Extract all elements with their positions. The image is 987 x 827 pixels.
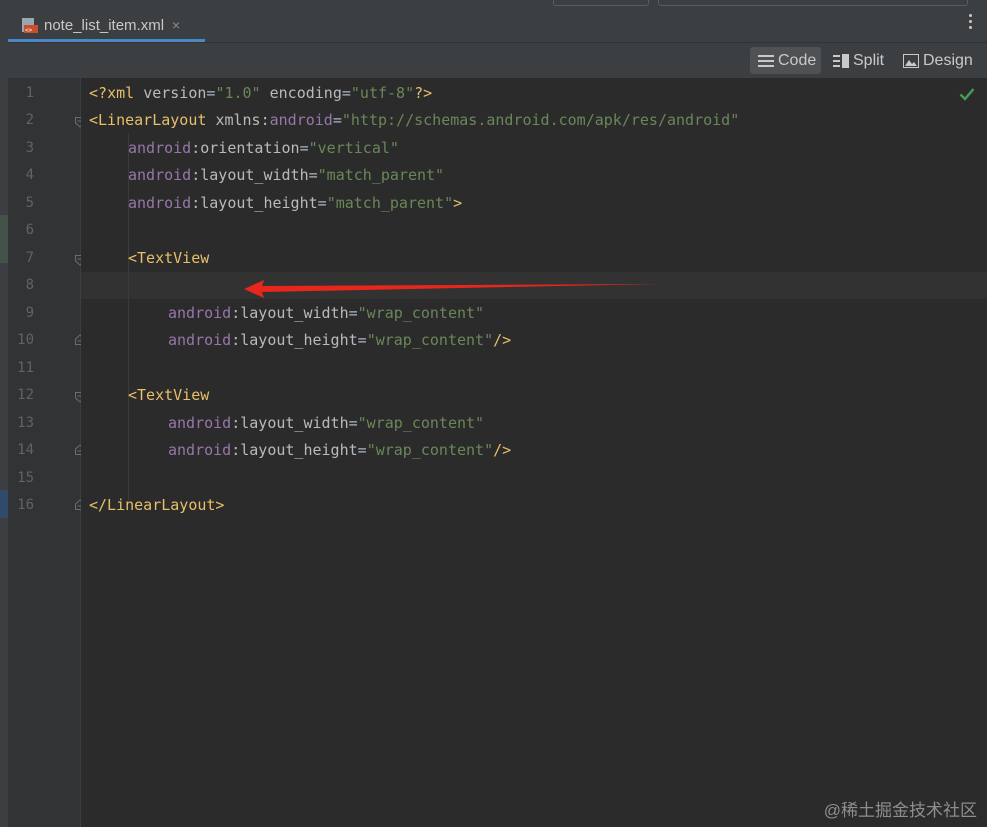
watermark: @稀土掘金技术社区 [823,801,977,820]
tab-title: note_list_item.xml [44,16,165,34]
code-line: android:layout_width="match_parent" [128,166,445,184]
line-number: 2 [25,112,34,128]
line-number: 15 [17,470,34,486]
line-number: 12 [17,387,34,403]
xml-file-icon: <> [22,18,38,34]
line-number: 11 [17,360,34,376]
code-line: <TextView [128,386,210,404]
tab-note-list-item[interactable]: <> note_list_item.xml × [8,8,205,42]
code-line: <?xml version="1.0" encoding="utf-8"?> [89,84,433,102]
code-line: android:orientation="vertical" [128,139,399,157]
line-number: 6 [25,222,34,238]
split-view-button[interactable]: Split [833,47,884,74]
code-lines-icon [758,54,774,67]
indent-guide [128,270,129,352]
code-line: android:layout_width="wrap_content" [168,414,485,432]
line-number: 14 [17,442,34,458]
code-line: android:layout_width="wrap_content" [168,304,485,322]
line-number: 16 [17,497,34,513]
toolbar-field[interactable] [553,0,649,6]
code-view-button[interactable]: Code [750,47,821,74]
design-view-button[interactable]: Design [903,47,973,74]
line-number: 9 [25,305,34,321]
toolbar-field[interactable] [658,0,968,6]
design-view-label: Design [923,51,973,69]
code-line: <TextView [128,249,210,267]
close-tab-icon[interactable]: × [172,17,180,33]
split-view-label: Split [853,51,885,69]
left-tool-strip [0,0,8,827]
view-mode-bar: Code Split Design [8,42,987,79]
editor-tab-bar: <> note_list_item.xml × [8,0,987,42]
line-number: 4 [25,167,34,183]
code-line: <LinearLayout xmlns:android="http://sche… [89,111,740,129]
split-view-icon [833,53,849,68]
code-line: android:layout_height="match_parent"> [128,194,463,212]
code-line: android:layout_height="wrap_content"/> [168,441,512,459]
code-line: android:layout_height="wrap_content"/> [168,331,512,349]
line-number-gutter: 1 2 3 4 5 6 7 8 9 10 11 12 13 14 15 16 [8,78,85,827]
line-number: 3 [25,140,34,156]
code-editor[interactable]: <?xml version="1.0" encoding="utf-8"?> <… [81,78,987,827]
line-number: 1 [25,85,34,101]
line-number: 8 [25,277,34,293]
line-number: 5 [25,195,34,211]
check-icon [959,88,975,101]
line-number: 13 [17,415,34,431]
code-line: </LinearLayout> [89,496,225,514]
line-number: 7 [25,250,34,266]
change-marker [0,215,8,263]
svg-text:<>: <> [25,27,33,34]
indent-guide [128,408,129,463]
image-icon [903,53,919,68]
selection-marker [0,490,8,518]
code-view-label: Code [778,51,817,69]
more-options-icon[interactable] [969,14,973,32]
line-number: 10 [17,332,34,348]
red-arrow-annotation [244,280,660,298]
